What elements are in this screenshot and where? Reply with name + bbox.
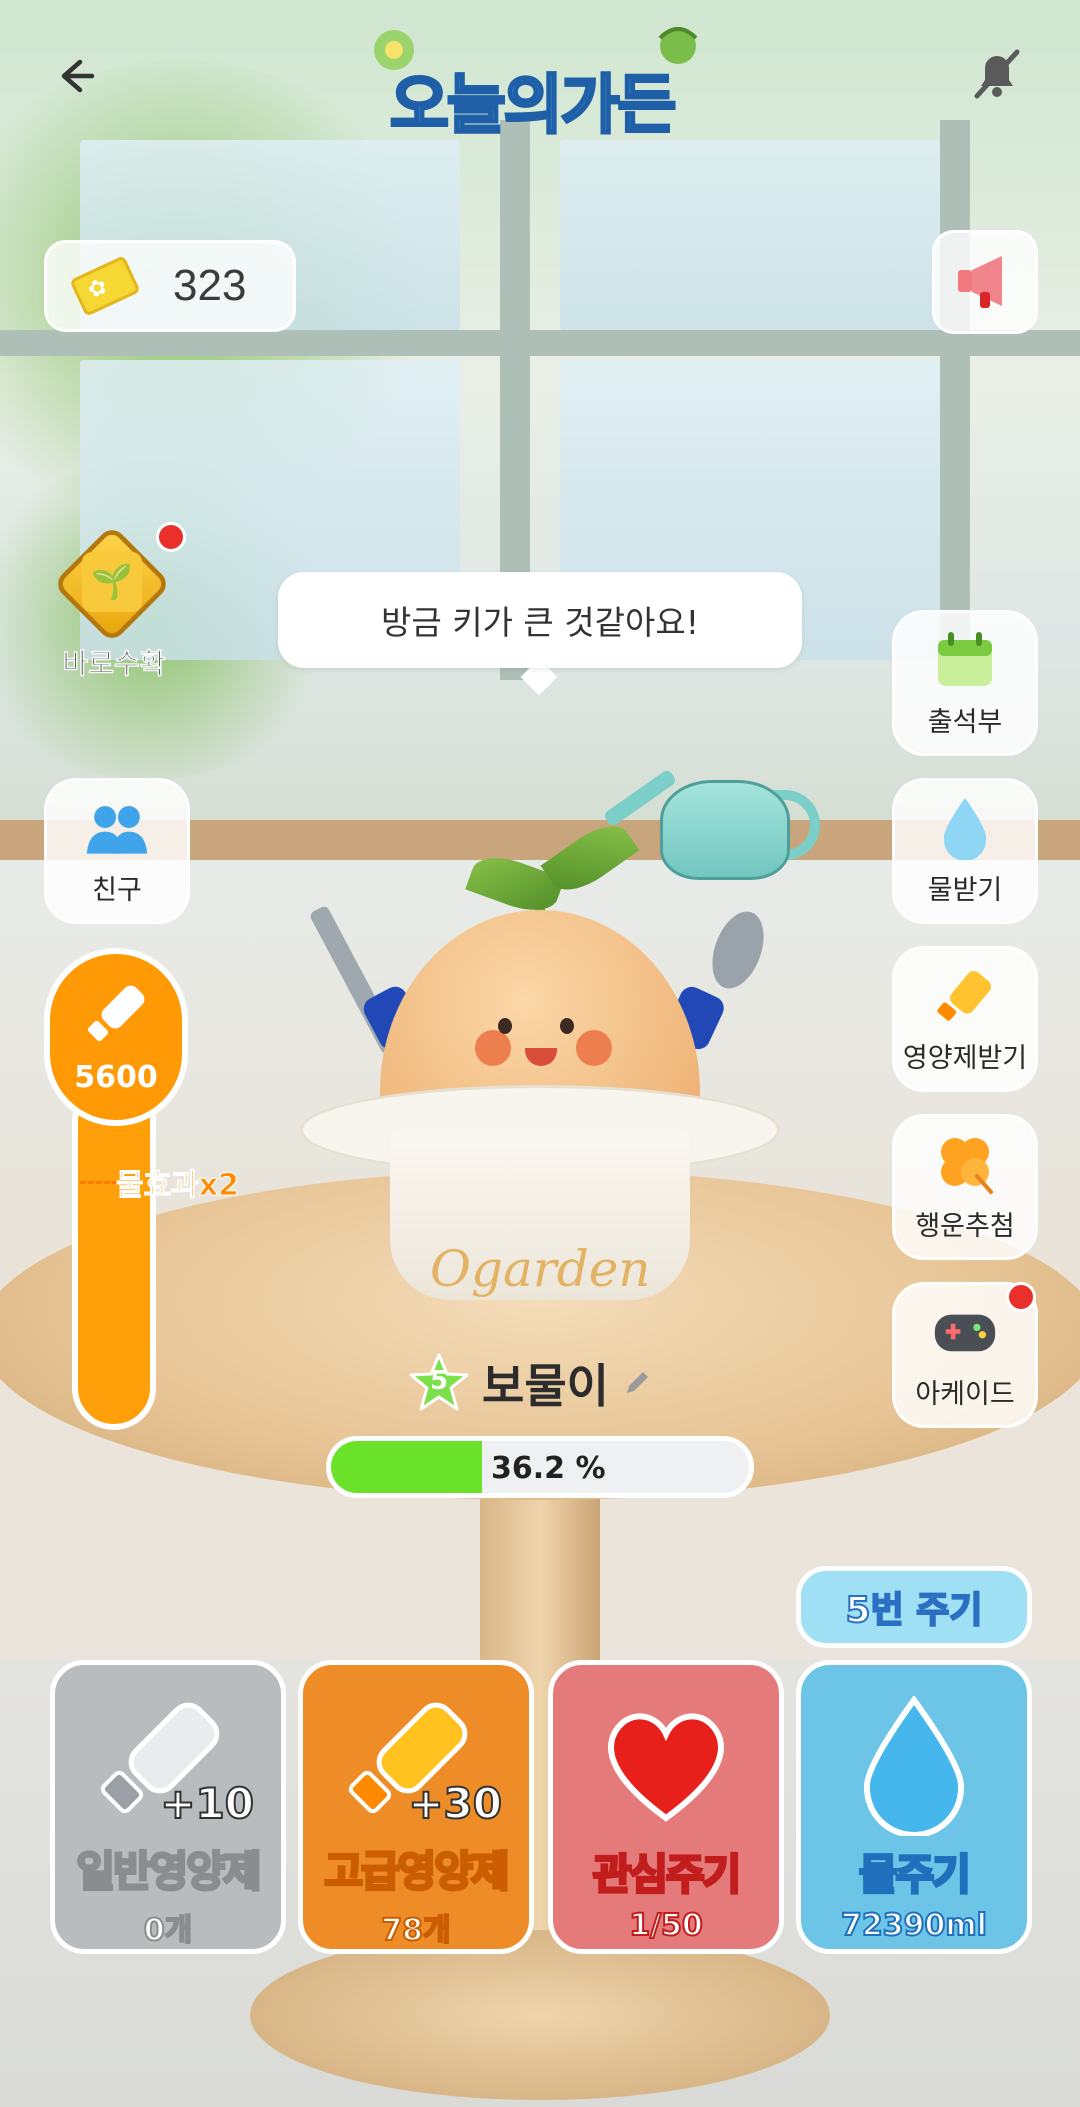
growth-progress-label: 36.2 % bbox=[491, 1451, 606, 1486]
ticket-count: 323 bbox=[173, 261, 247, 310]
nutrient-bottle-icon bbox=[87, 985, 145, 1041]
speech-bubble: 방금 키가 큰 것같아요! bbox=[278, 572, 802, 668]
normal-nutrient-title: 일반영양제 bbox=[75, 1846, 263, 1898]
give-water-title: 물주기 bbox=[858, 1849, 973, 1901]
water-gauge-value: 5600 bbox=[74, 1059, 158, 1095]
get-nutrient-label: 영양제받기 bbox=[902, 1042, 1028, 1074]
friends-label: 친구 bbox=[92, 874, 142, 906]
app-logo: 오늘의가든 bbox=[360, 20, 720, 145]
give-attention-button[interactable]: 관심주기 1/50 bbox=[548, 1660, 784, 1954]
megaphone-icon bbox=[958, 256, 1002, 308]
level-star-badge: 5 bbox=[408, 1352, 470, 1414]
water-boost-label: 물효과x2 bbox=[115, 1168, 240, 1204]
alert-dot bbox=[156, 522, 186, 552]
lucky-draw-button[interactable]: 행운추첨 bbox=[892, 1114, 1038, 1260]
heart-icon bbox=[566, 1691, 766, 1841]
pet-name: 보물이 bbox=[482, 1359, 609, 1413]
pet-level: 5 bbox=[429, 1366, 449, 1396]
arrow-left-icon bbox=[61, 59, 95, 93]
premium-nutrient-count: 78개 bbox=[380, 1912, 451, 1949]
ticket-icon: ✿ bbox=[69, 255, 141, 317]
arcade-alert-dot bbox=[1006, 1282, 1036, 1312]
premium-nutrient-plus: +30 bbox=[407, 1778, 503, 1829]
pencil-icon[interactable] bbox=[621, 1367, 653, 1399]
premium-nutrient-title: 고급영양제 bbox=[323, 1846, 511, 1898]
friends-button[interactable]: 친구 bbox=[44, 778, 190, 924]
give-attention-count: 1/50 bbox=[628, 1907, 704, 1944]
water-gauge[interactable]: 5600 bbox=[44, 948, 188, 1126]
nutrient-bottle-icon: +10 bbox=[68, 1691, 268, 1838]
give-five-times-button[interactable]: 5번 주기 bbox=[796, 1566, 1032, 1648]
lucky-draw-label: 행운추첨 bbox=[915, 1210, 1015, 1242]
give-water-button[interactable]: 물주기 72390ml bbox=[796, 1660, 1032, 1954]
clover-icon bbox=[933, 1132, 997, 1196]
quick-harvest-label: 바로수확 bbox=[62, 647, 166, 681]
arcade-label: 아케이드 bbox=[915, 1378, 1015, 1410]
premium-nutrient-icon: +30 bbox=[316, 1691, 516, 1838]
normal-nutrient-count: 0개 bbox=[143, 1912, 194, 1949]
nutrient-bottle-icon bbox=[933, 964, 997, 1028]
get-water-label: 물받기 bbox=[927, 874, 1003, 906]
sprout-icon: 🌱 bbox=[82, 552, 142, 612]
calendar-icon bbox=[933, 628, 997, 692]
get-nutrient-button[interactable]: 영양제받기 bbox=[892, 946, 1038, 1092]
get-water-button[interactable]: 물받기 bbox=[892, 778, 1038, 924]
back-button[interactable] bbox=[44, 46, 104, 106]
announcement-button[interactable] bbox=[932, 230, 1038, 334]
water-drop-icon bbox=[814, 1691, 1014, 1841]
watering-can-icon bbox=[660, 780, 790, 880]
give-water-amount: 72390ml bbox=[840, 1907, 988, 1944]
give-attention-title: 관심주기 bbox=[591, 1849, 743, 1901]
ticket-counter[interactable]: ✿ 323 bbox=[44, 240, 296, 332]
bell-off-icon bbox=[974, 49, 1020, 99]
pot-brand-text: Ogarden bbox=[430, 1240, 651, 1298]
water-drop-icon bbox=[933, 796, 997, 860]
normal-nutrient-plus: +10 bbox=[159, 1778, 255, 1829]
premium-nutrient-button[interactable]: +30 고급영양제 78개 bbox=[298, 1660, 534, 1954]
gamepad-icon bbox=[933, 1300, 997, 1364]
growth-progress-bar: 36.2 % bbox=[326, 1436, 754, 1498]
attendance-button[interactable]: 출석부 bbox=[892, 610, 1038, 756]
attendance-label: 출석부 bbox=[927, 706, 1003, 738]
logo-text: 오늘의가든 bbox=[388, 68, 677, 145]
notification-toggle-button[interactable] bbox=[965, 42, 1029, 106]
quick-harvest-button[interactable]: 🌱 바로수확 bbox=[44, 522, 186, 690]
growth-progress-fill bbox=[331, 1441, 483, 1493]
water-gauge-track bbox=[72, 1080, 156, 1430]
normal-nutrient-button[interactable]: +10 일반영양제 0개 bbox=[50, 1660, 286, 1954]
friends-icon bbox=[85, 796, 149, 860]
pet-name-row: 5 보물이 bbox=[408, 1348, 653, 1418]
